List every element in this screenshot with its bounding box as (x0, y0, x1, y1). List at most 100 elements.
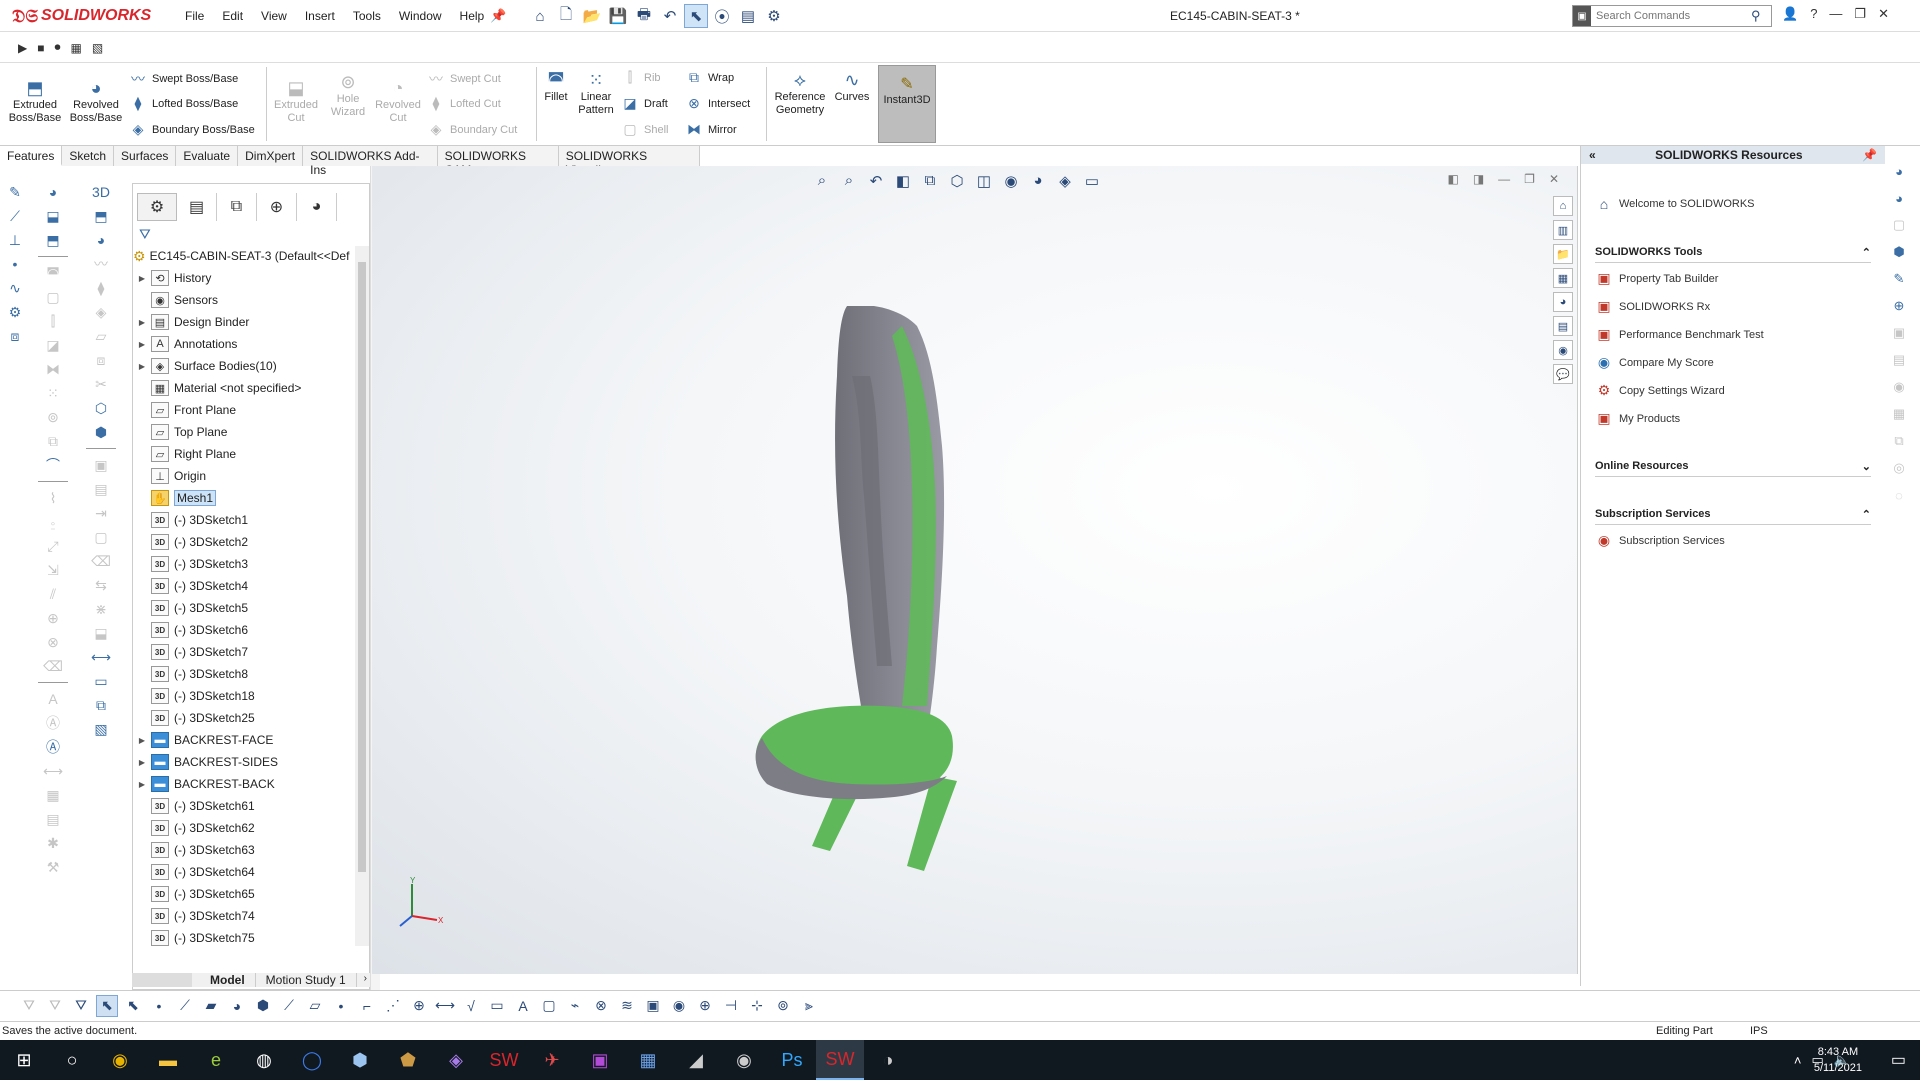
revolved-boss-button[interactable]: ◕ Revolved Boss/Base (68, 77, 124, 125)
shell-button[interactable]: ▢ Shell (622, 121, 668, 138)
note-filter-icon[interactable]: A (512, 995, 534, 1017)
face-filter-icon[interactable]: ▰ (200, 995, 222, 1017)
fill-surface-icon[interactable]: ▣ (90, 453, 112, 477)
line-icon[interactable]: ⟋ (4, 204, 26, 228)
search-scope-icon[interactable]: ▣ (1573, 6, 1591, 26)
tree-item[interactable]: 3D (-) 3DSketch61 (133, 795, 355, 817)
tree-item[interactable]: 3D (-) 3DSketch6 (133, 619, 355, 641)
menu-view[interactable]: View (252, 9, 296, 23)
viewport-collapse-icon[interactable]: ◧ (1447, 172, 1458, 186)
offset-surface-icon[interactable]: ⧈ (90, 348, 112, 372)
mate-filter-icon[interactable]: ⫸ (798, 995, 820, 1017)
gear-icon[interactable]: ⚙ (4, 300, 26, 324)
datum-target-filter-icon[interactable]: ⊗ (590, 995, 612, 1017)
mirror-icon[interactable]: ⧓ (42, 357, 64, 381)
dowel-filter-icon[interactable]: ◉ (668, 995, 690, 1017)
zoom-to-area-icon[interactable]: ⌕ (839, 172, 859, 190)
wrap-icon[interactable]: ⧉ (42, 429, 64, 453)
minimize-icon[interactable]: — (1829, 6, 1842, 22)
surface-loft-icon[interactable]: ⧫ (90, 276, 112, 300)
home-icon[interactable]: ⌂ (528, 4, 552, 28)
filter-icon[interactable]: ⛛ (139, 226, 151, 243)
block-filter-icon[interactable]: ▣ (642, 995, 664, 1017)
center-mark-filter-icon[interactable]: ⊕ (694, 995, 716, 1017)
planar-surface-icon[interactable]: ▱ (90, 324, 112, 348)
record-macro-icon[interactable]: ⏺ (54, 40, 60, 55)
display-icon[interactable]: ▭ (90, 669, 112, 693)
collapse-icon[interactable]: ⌃ (1862, 246, 1871, 259)
tree-item[interactable]: ▦ Material <not specified> (133, 377, 355, 399)
app-icon[interactable]: ⬟ (384, 1040, 432, 1080)
note-icon[interactable]: Ⓐ (42, 735, 64, 759)
spline-icon[interactable]: ∿ (4, 276, 26, 300)
edit-appearance-icon[interactable]: ◕ (1028, 172, 1048, 190)
select-icon[interactable]: ⬉ (684, 4, 708, 28)
connection-point-filter-icon[interactable]: ⊹ (746, 995, 768, 1017)
grid-icon[interactable]: ▤ (42, 807, 64, 831)
target-icon[interactable]: ⊕ (1888, 295, 1910, 317)
print-icon[interactable]: 🖶 (632, 4, 656, 28)
cut-surface-icon[interactable]: ⬓ (90, 621, 112, 645)
tree-item[interactable]: ▶ A Annotations (133, 333, 355, 355)
tree-item[interactable]: 3D (-) 3DSketch1 (133, 509, 355, 531)
curves-button[interactable]: ∿ Curves (830, 69, 874, 104)
tab-model[interactable]: Model (200, 973, 256, 987)
document-icon[interactable]: ▤ (1888, 349, 1910, 371)
flex-icon[interactable]: ⌇ (42, 486, 64, 510)
extruded-cut-button[interactable]: ⬓ Extruded Cut (270, 77, 322, 125)
thicken-icon[interactable]: ⬢ (90, 420, 112, 444)
lofted-cut-button[interactable]: ⧫ Lofted Cut (428, 95, 501, 112)
undo-icon[interactable]: ↶ (658, 4, 682, 28)
3d-content-icon[interactable]: ⬢ (1888, 241, 1910, 263)
viewport-restore-icon[interactable]: ❐ (1524, 172, 1535, 186)
tree-item[interactable]: 3D (-) 3DSketch64 (133, 861, 355, 883)
custom-properties-tab-icon[interactable]: ▤ (1553, 316, 1573, 336)
welcome-link[interactable]: ⌂ Welcome to SOLIDWORKS (1595, 196, 1755, 212)
options-gear-icon[interactable]: ⚙ (762, 4, 786, 28)
tree-item[interactable]: ▶ ▬ BACKREST-FACE (133, 729, 355, 751)
design-library-tab-icon[interactable]: ▥ (1553, 220, 1573, 240)
filter-icon[interactable]: ⛛ (18, 995, 40, 1017)
expand-arrow-icon[interactable]: ▶ (133, 274, 151, 283)
tree-item[interactable]: 3D (-) 3DSketch63 (133, 839, 355, 861)
center-line-filter-icon[interactable]: ⊣ (720, 995, 742, 1017)
tree-item[interactable]: ▶ ▬ BACKREST-SIDES (133, 751, 355, 773)
tree-item[interactable]: ▱ Right Plane (133, 443, 355, 465)
tree-item[interactable]: 3D (-) 3DSketch8 (133, 663, 355, 685)
datum-filter-icon[interactable]: ▢ (538, 995, 560, 1017)
revolved-cut-button[interactable]: ◔ Revolved Cut (372, 77, 424, 125)
pin-pane-icon[interactable]: 📌 (1862, 148, 1877, 162)
edrawings-icon[interactable]: e (192, 1040, 240, 1080)
tree-item[interactable]: ▶ ▤ Design Binder (133, 311, 355, 333)
tree-item[interactable]: ⊥ Origin (133, 465, 355, 487)
tree-item[interactable]: 3D (-) 3DSketch25 (133, 707, 355, 729)
measure-icon[interactable]: ⟷ (90, 645, 112, 669)
scale-icon[interactable]: ⤢ (42, 534, 64, 558)
sketch-icon[interactable]: ✎ (4, 180, 26, 204)
solidworks-2018-icon[interactable]: SW (480, 1040, 528, 1080)
menu-edit[interactable]: Edit (213, 9, 252, 23)
globe-icon[interactable]: ◎ (1888, 457, 1910, 479)
surface-boundary-icon[interactable]: ◈ (90, 300, 112, 324)
delete-face-icon[interactable]: ⌫ (90, 549, 112, 573)
appearance-icon[interactable]: ◕ (1888, 160, 1910, 182)
subscription-services-header[interactable]: Subscription Services ⌃ (1595, 508, 1871, 525)
notification-icon[interactable]: ▭ (1891, 1050, 1906, 1070)
property-manager-tab-icon[interactable]: ▤ (177, 193, 217, 221)
rib-icon[interactable]: ⫿ (42, 309, 64, 333)
tree-item[interactable]: 3D (-) 3DSketch75 (133, 927, 355, 949)
app-icon[interactable]: ◈ (432, 1040, 480, 1080)
shell-icon[interactable]: ▢ (42, 285, 64, 309)
annotation-icon[interactable]: Ⓐ (42, 711, 64, 735)
filter-toggle-icon[interactable]: ⛛ (44, 995, 66, 1017)
app-icon[interactable]: ◍ (240, 1040, 288, 1080)
boundary-cut-button[interactable]: ◈ Boundary Cut (428, 121, 518, 138)
cosmetic-thread-filter-icon[interactable]: ≋ (616, 995, 638, 1017)
tab-features[interactable]: Features (0, 146, 63, 166)
section-view-icon[interactable]: ◧ (893, 172, 913, 190)
vertex-filter-icon[interactable]: • (148, 995, 170, 1017)
expand-arrow-icon[interactable]: ▶ (133, 340, 151, 349)
expand-arrow-icon[interactable]: ▶ (133, 780, 151, 789)
tree-item[interactable]: ▶ ◈ Surface Bodies(10) (133, 355, 355, 377)
expand-arrow-icon[interactable]: ▶ (133, 758, 151, 767)
